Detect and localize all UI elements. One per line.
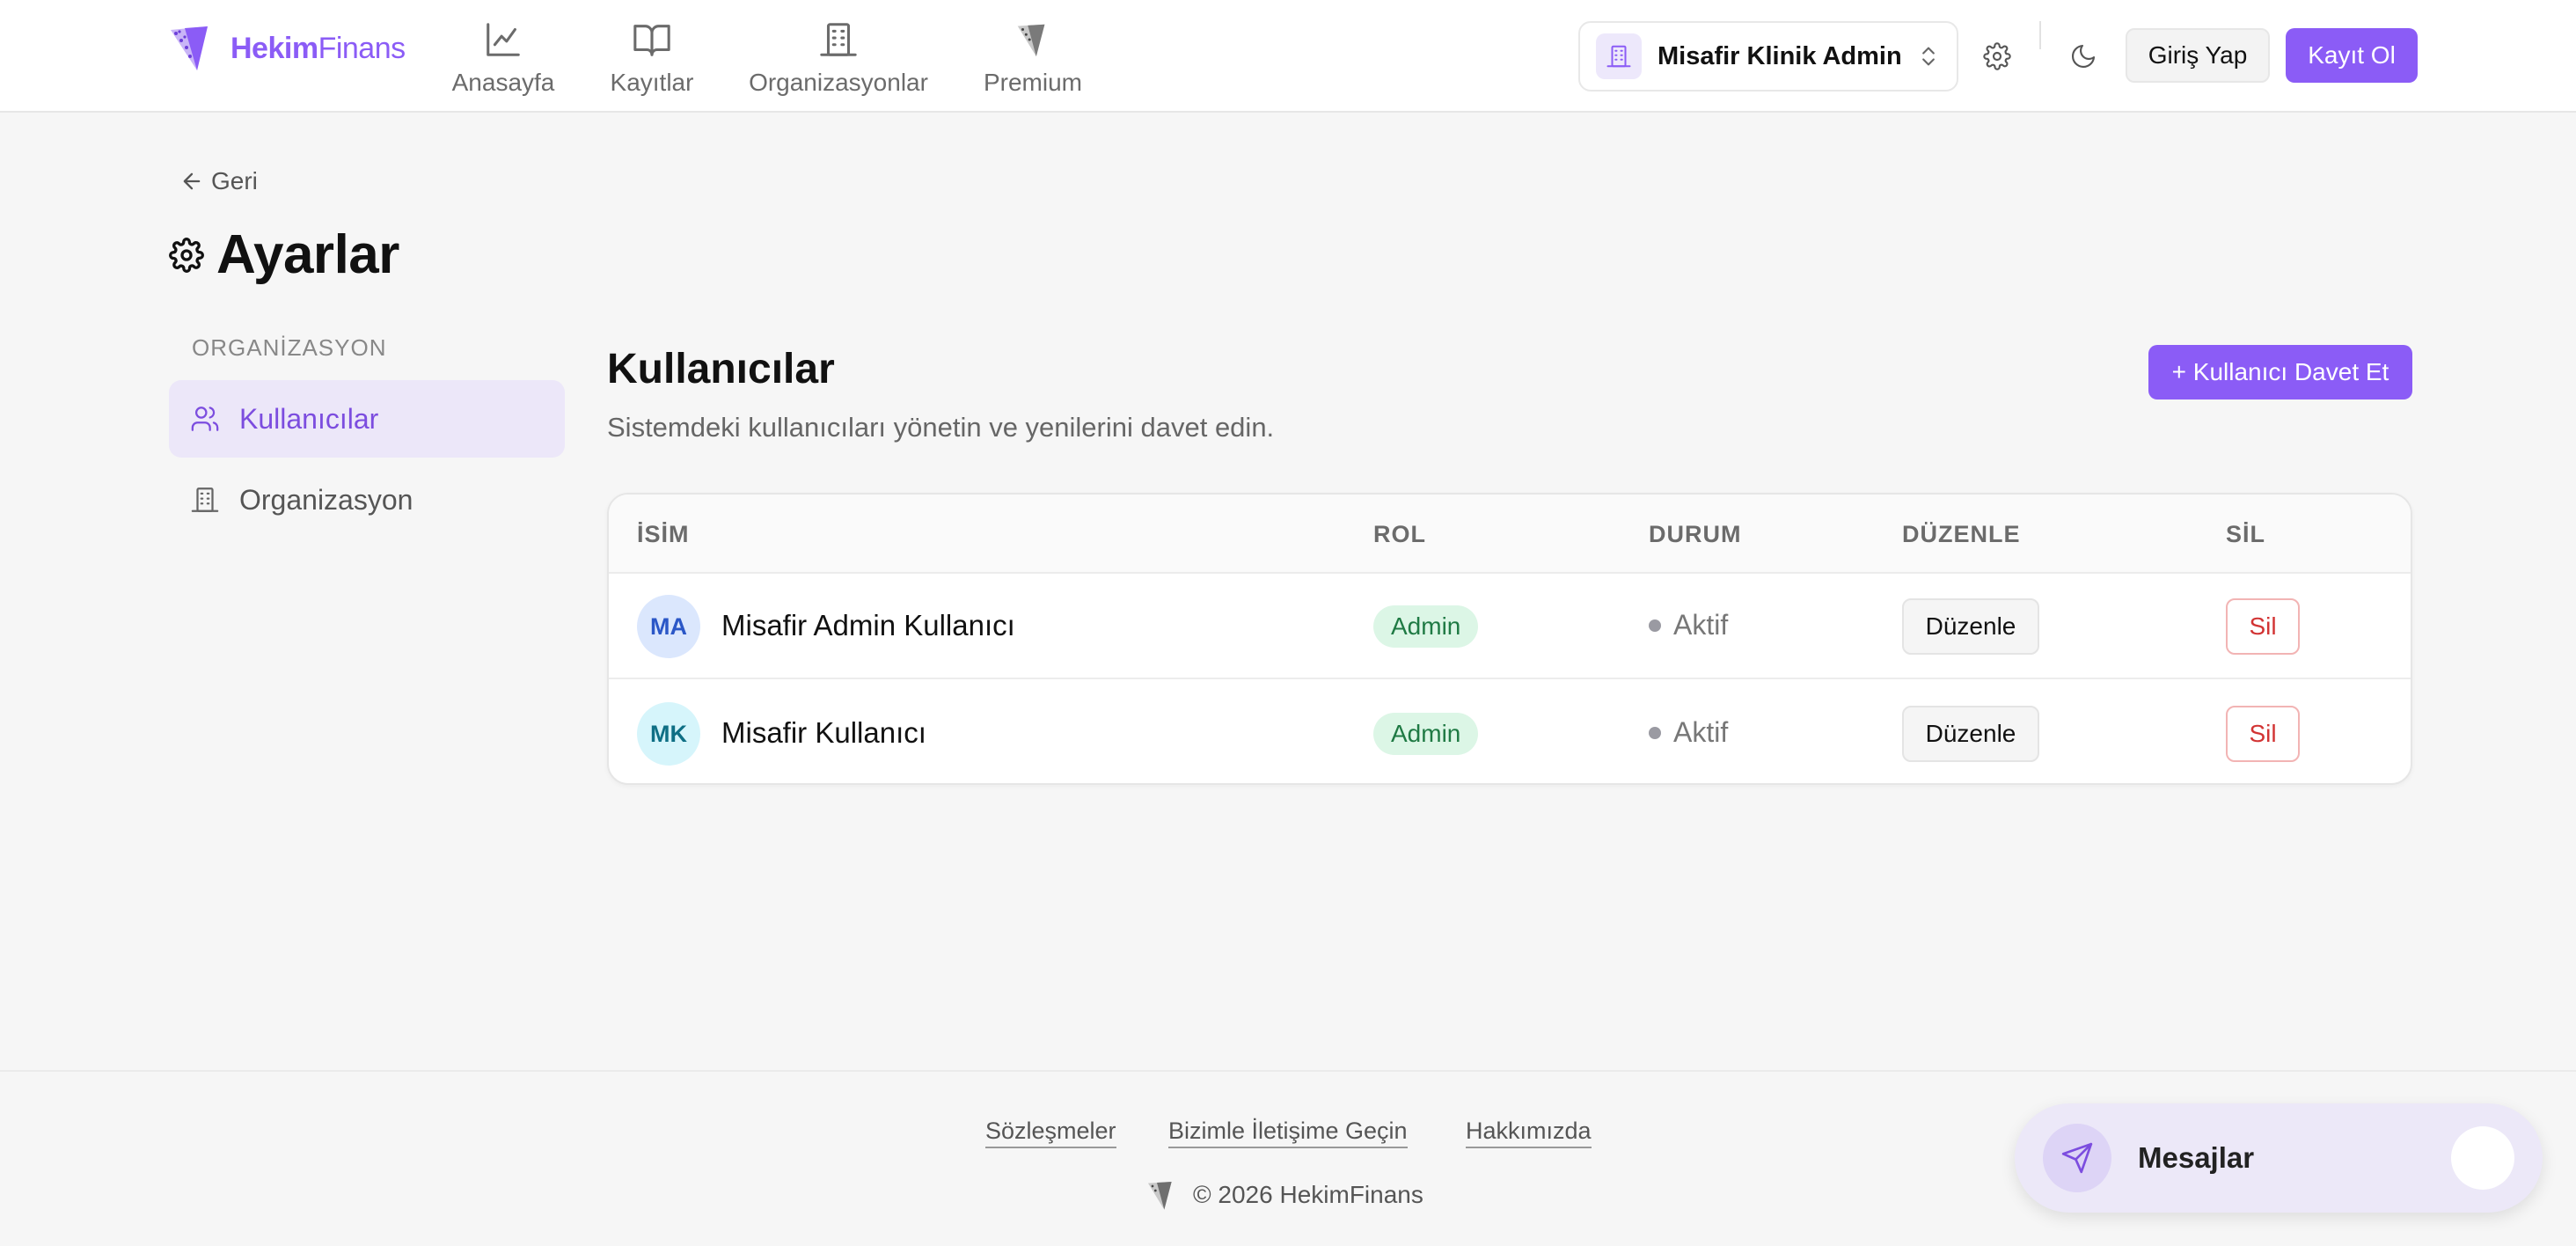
footer-link-about[interactable]: Hakkımızda	[1466, 1118, 1592, 1148]
section-title: Kullanıcılar	[607, 346, 835, 392]
copyright-text: © 2026 HekimFinans	[1193, 1181, 1423, 1208]
role-badge: Admin	[1373, 605, 1479, 648]
register-button[interactable]: Kayıt Ol	[2286, 28, 2418, 83]
chevron-up-down-icon	[1916, 44, 1941, 69]
sidebar-item-users[interactable]: Kullanıcılar	[169, 380, 565, 458]
delete-user-button[interactable]: Sil	[2226, 598, 2300, 655]
user-name: Misafir Admin Kullanıcı	[721, 609, 1015, 641]
avatar: MA	[637, 595, 700, 658]
book-open-icon	[632, 12, 672, 60]
back-link[interactable]: Geri	[179, 167, 258, 195]
nav-kayitlar-label: Kayıtlar	[610, 69, 694, 96]
column-header-edit: DÜZENLE	[1902, 521, 2021, 547]
status-text: Aktif	[1673, 716, 1729, 748]
users-table: İSİM ROL DURUM DÜZENLE SİL MA Misafir Ad…	[607, 493, 2412, 785]
back-label: Geri	[211, 167, 258, 194]
footer-link-agreements[interactable]: Sözleşmeler	[985, 1118, 1116, 1148]
gear-icon	[169, 237, 204, 273]
diamond-logo-icon	[1148, 1182, 1172, 1210]
brand-logo[interactable]: HekimFinans	[164, 19, 406, 77]
table-row: MK Misafir Kullanıcı Admin Aktif Düzenle…	[609, 681, 2411, 783]
table-row: MA Misafir Admin Kullanıcı Admin Aktif D…	[609, 574, 2411, 679]
nav-premium-label: Premium	[983, 69, 1082, 96]
footer-link-contact[interactable]: Bizimle İletişime Geçin	[1168, 1118, 1408, 1148]
sidebar-item-label: Organizasyon	[239, 483, 413, 516]
send-icon	[2043, 1124, 2111, 1192]
status-text: Aktif	[1673, 609, 1729, 641]
arrow-left-icon	[183, 172, 201, 190]
top-header: HekimFinans Anasayfa Kayıtlar Organizasy…	[0, 0, 2576, 113]
invite-user-button[interactable]: + Kullanıcı Davet Et	[2148, 345, 2412, 399]
diamond-logo-icon	[171, 26, 208, 70]
user-name: Misafir Kullanıcı	[721, 716, 926, 749]
nav-anasayfa[interactable]: Anasayfa	[450, 12, 556, 100]
gear-icon	[1983, 42, 2011, 70]
settings-button[interactable]	[1974, 33, 2020, 79]
login-button[interactable]: Giriş Yap	[2126, 28, 2270, 83]
nav-premium[interactable]: Premium	[982, 12, 1084, 100]
organization-switcher[interactable]: Misafir Klinik Admin	[1578, 21, 1958, 92]
status-dot-icon	[1649, 619, 1661, 632]
nav-organizasyonlar-label: Organizasyonlar	[749, 69, 928, 96]
sidebar-item-label: Kullanıcılar	[239, 402, 379, 435]
nav-anasayfa-label: Anasayfa	[451, 69, 555, 96]
column-header-delete: SİL	[2226, 521, 2266, 547]
moon-icon	[2072, 44, 2096, 68]
sidebar-item-organization[interactable]: Organizasyon	[169, 461, 565, 539]
edit-user-button[interactable]: Düzenle	[1902, 706, 2039, 762]
chart-line-icon	[483, 12, 523, 60]
column-header-status: DURUM	[1649, 521, 1742, 547]
nav-organizasyonlar[interactable]: Organizasyonlar	[744, 12, 933, 100]
table-header: İSİM ROL DURUM DÜZENLE SİL	[609, 495, 2411, 574]
header-divider	[2039, 21, 2041, 49]
building-icon	[818, 12, 859, 60]
footer-copyright: © 2026 HekimFinans	[1144, 1177, 1423, 1213]
column-header-name: İSİM	[637, 521, 690, 547]
messages-label: Mesajlar	[2138, 1141, 2255, 1174]
avatar: MK	[637, 702, 700, 766]
section-description: Sistemdeki kullanıcıları yönetin ve yeni…	[607, 412, 1275, 443]
delete-user-button[interactable]: Sil	[2226, 706, 2300, 762]
status-dot-icon	[1649, 726, 1661, 739]
status-indicator: Aktif	[1649, 609, 1728, 641]
status-indicator: Aktif	[1649, 716, 1728, 749]
diamond-logo-icon	[1013, 12, 1053, 60]
users-icon	[191, 407, 219, 431]
page-title-text: Ayarlar	[216, 224, 399, 285]
messages-toggle[interactable]	[2451, 1126, 2514, 1190]
role-badge: Admin	[1373, 713, 1479, 755]
messages-widget[interactable]: Mesajlar	[2015, 1103, 2543, 1213]
organization-name: Misafir Klinik Admin	[1658, 41, 1902, 70]
theme-toggle-button[interactable]	[2060, 33, 2106, 79]
building-icon	[1596, 33, 1642, 79]
building-icon	[191, 487, 219, 512]
page-title: Ayarlar	[169, 224, 399, 286]
nav-kayitlar[interactable]: Kayıtlar	[605, 12, 699, 100]
edit-user-button[interactable]: Düzenle	[1902, 598, 2039, 655]
sidebar-section-label: ORGANİZASYON	[192, 334, 387, 361]
column-header-role: ROL	[1373, 521, 1426, 547]
brand-name: HekimFinans	[231, 31, 406, 65]
